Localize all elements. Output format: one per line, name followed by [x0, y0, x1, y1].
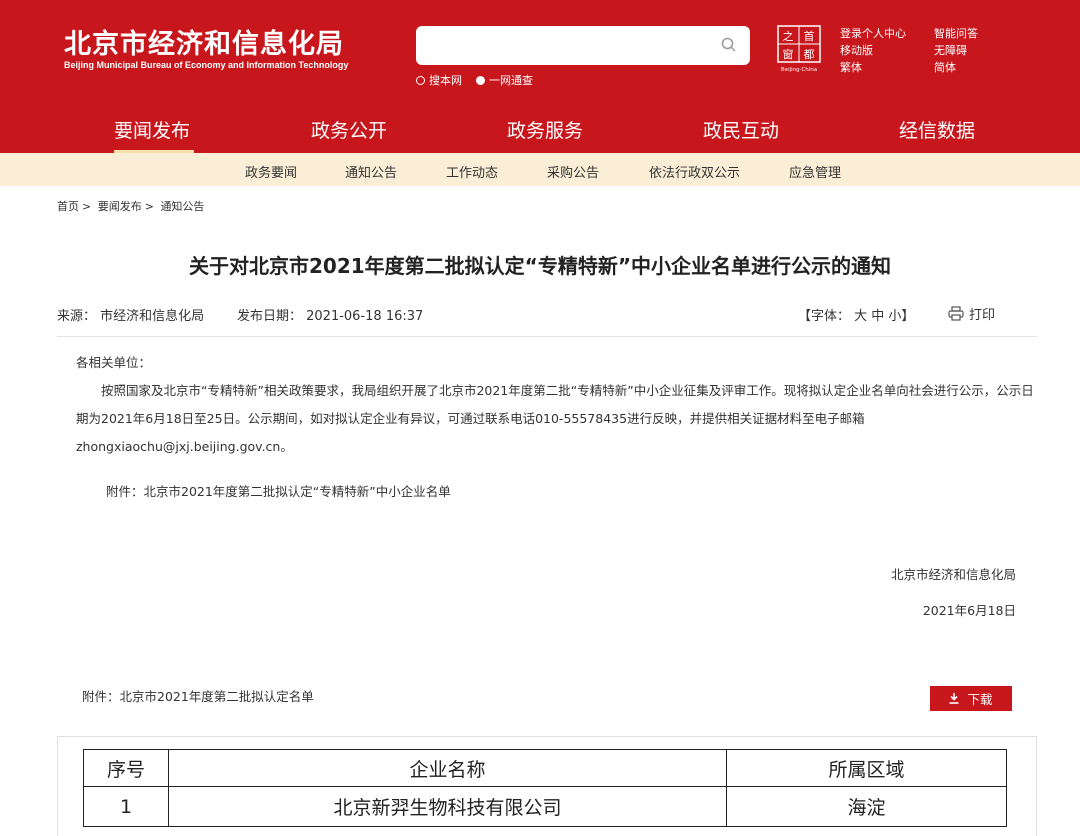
- font-size-control[interactable]: 【字体： 大 中 小】: [798, 305, 914, 324]
- table-header-row: 序号 企业名称 所属区域: [83, 749, 1007, 787]
- subnav-item-procurement[interactable]: 采购公告: [547, 162, 599, 181]
- mobile-link[interactable]: 移动版: [840, 42, 906, 59]
- svg-text:Beijing·China: Beijing·China: [781, 67, 817, 73]
- article-greeting: 各相关单位：: [76, 355, 152, 370]
- traditional-chinese-link[interactable]: 繁体: [840, 59, 906, 76]
- print-label: 打印: [969, 308, 996, 323]
- radio-selected-icon: [476, 75, 485, 85]
- column-header-district: 所属区域: [726, 749, 1007, 787]
- cell-index: 1: [83, 786, 169, 827]
- article-source: 来源： 市经济和信息化局: [57, 309, 205, 324]
- nav-item-gov-affairs[interactable]: 政务公开: [311, 116, 387, 143]
- nav-item-data[interactable]: 经信数据: [899, 116, 975, 143]
- search-input[interactable]: [416, 26, 750, 65]
- search-scope-all[interactable]: 一网通查: [476, 72, 533, 88]
- column-header-index: 序号: [83, 749, 169, 787]
- nav-item-news[interactable]: 要闻发布: [114, 116, 190, 143]
- sub-nav: 政务要闻 通知公告 工作动态 采购公告 依法行政双公示 应急管理: [0, 153, 1080, 186]
- download-label: 下载: [967, 692, 993, 707]
- download-button[interactable]: 下载: [930, 686, 1012, 711]
- signature-date: 2021年6月18日: [922, 603, 1016, 618]
- svg-text:窗: 窗: [783, 47, 794, 61]
- header-links-right: 智能问答 无障碍 简体: [934, 25, 978, 76]
- article-title: 关于对北京市2021年度第二批拟认定“专精特新”中小企业名单进行公示的通知: [189, 254, 891, 278]
- search-scope-label: 一网通查: [489, 74, 533, 87]
- attachment-preview: 序号 企业名称 所属区域 1 北京新羿生物科技有限公司 海淀: [57, 736, 1037, 836]
- site-header: 北京市经济和信息化局 Beijing Municipal Bureau of E…: [0, 0, 1080, 153]
- capital-window-logo[interactable]: 首 都 之 窗 Beijing·China: [776, 24, 822, 74]
- print-button[interactable]: 打印: [948, 304, 995, 323]
- download-icon: [949, 693, 959, 704]
- meta-divider: [57, 336, 1037, 337]
- accessibility-link[interactable]: 无障碍: [934, 42, 978, 59]
- site-logo-subtitle: Beijing Municipal Bureau of Economy and …: [64, 60, 349, 70]
- subnav-item-news[interactable]: 政务要闻: [245, 162, 297, 181]
- search-scope-label: 搜本网: [429, 74, 462, 87]
- breadcrumb: 首页 > 要闻发布 > 通知公告: [57, 198, 207, 214]
- breadcrumb-current[interactable]: 通知公告: [160, 200, 204, 213]
- breadcrumb-home[interactable]: 首页: [57, 200, 79, 213]
- svg-text:之: 之: [783, 29, 794, 43]
- smart-qa-link[interactable]: 智能问答: [934, 25, 978, 42]
- login-link[interactable]: 登录个人中心: [840, 25, 906, 42]
- article-date: 发布日期： 2021-06-18 16:37: [237, 309, 424, 324]
- nav-item-interaction[interactable]: 政民互动: [703, 116, 779, 143]
- subnav-item-notices[interactable]: 通知公告: [345, 162, 397, 181]
- svg-text:首: 首: [804, 29, 815, 43]
- table-row: 1 北京新羿生物科技有限公司 海淀: [83, 786, 1007, 827]
- subnav-item-work[interactable]: 工作动态: [446, 162, 498, 181]
- attachment-label: 附件：北京市2021年度第二批拟认定名单: [82, 689, 314, 704]
- signature-organization: 北京市经济和信息化局: [890, 567, 1016, 582]
- breadcrumb-separator: >: [82, 200, 92, 213]
- site-logo-title[interactable]: 北京市经济和信息化局: [64, 22, 344, 61]
- company-table: 序号 企业名称 所属区域 1 北京新羿生物科技有限公司 海淀: [83, 749, 1007, 827]
- breadcrumb-section[interactable]: 要闻发布: [98, 200, 142, 213]
- article-paragraph: 按照国家及北京市“专精特新”相关政策要求，我局组织开展了北京市2021年度第二批…: [76, 383, 1034, 454]
- radio-icon: [416, 75, 425, 85]
- cell-district: 海淀: [726, 786, 1007, 827]
- search-icon[interactable]: [720, 36, 738, 54]
- column-header-company: 企业名称: [168, 749, 727, 787]
- printer-icon: [948, 306, 964, 321]
- main-nav: 要闻发布 政务公开 政务服务 政民互动 经信数据: [0, 104, 1080, 153]
- nav-item-services[interactable]: 政务服务: [507, 116, 583, 143]
- breadcrumb-separator: >: [144, 200, 154, 213]
- article-attachment-note: 附件：北京市2021年度第二批拟认定“专精特新”中小企业名单: [106, 484, 451, 499]
- svg-text:都: 都: [804, 48, 815, 61]
- header-links-left: 登录个人中心 移动版 繁体: [840, 25, 906, 76]
- search-scope-site[interactable]: 搜本网: [416, 72, 462, 88]
- simplified-chinese-link[interactable]: 简体: [934, 59, 978, 76]
- cell-company: 北京新羿生物科技有限公司: [168, 786, 727, 827]
- subnav-item-publicity[interactable]: 依法行政双公示: [649, 162, 740, 181]
- subnav-item-emergency[interactable]: 应急管理: [789, 162, 841, 181]
